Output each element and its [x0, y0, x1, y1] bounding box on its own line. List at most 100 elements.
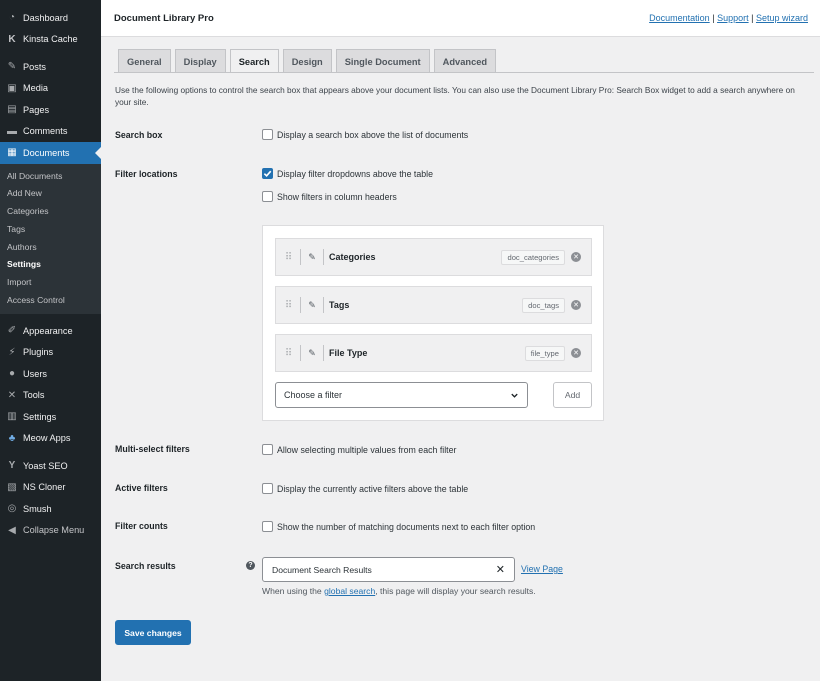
sidebar-item-posts[interactable]: ✎ Posts: [0, 56, 101, 78]
submenu-settings[interactable]: Settings: [0, 256, 101, 274]
submenu-import[interactable]: Import: [0, 274, 101, 292]
sidebar-item-label: Documents: [23, 147, 70, 158]
tab-display[interactable]: Display: [174, 49, 226, 73]
comments-icon: ▬: [7, 125, 17, 137]
sidebar-item-media[interactable]: ▣ Media: [0, 78, 101, 100]
filter-dropdowns-option: Display filter dropdowns above the table: [262, 168, 433, 179]
sidebar-item-pages[interactable]: ▤ Pages: [0, 99, 101, 121]
admin-sidebar: ◔ Dashboard K Kinsta Cache ✎ Posts ▣ Med…: [0, 0, 101, 681]
sidebar-item-yoast-seo[interactable]: Y Yoast SEO: [0, 455, 101, 477]
setup-wizard-link[interactable]: Setup wizard: [756, 13, 808, 23]
collapse-menu-button[interactable]: ◀ Collapse Menu: [0, 519, 101, 541]
search-results-page-field[interactable]: Document Search Results ✕: [262, 557, 515, 582]
column-headers-checkbox[interactable]: [262, 191, 273, 202]
filter-locations-label: Filter locations: [115, 169, 178, 179]
filter-slug: doc_tags: [522, 297, 565, 313]
submenu-categories[interactable]: Categories: [0, 203, 101, 221]
select-value: Choose a filter: [284, 390, 343, 400]
global-search-link[interactable]: global search: [324, 586, 375, 596]
submenu-authors[interactable]: Authors: [0, 239, 101, 257]
filter-slug: doc_categories: [501, 249, 565, 265]
multi-select-label: Multi-select filters: [115, 444, 190, 454]
multi-select-checkbox[interactable]: [262, 444, 273, 455]
sidebar-item-users[interactable]: ● Users: [0, 363, 101, 385]
drag-handle-icon[interactable]: ⠿: [276, 348, 300, 359]
filter-item[interactable]: ⠿ ✎ File Type file_type ✕: [275, 334, 592, 372]
sidebar-item-documents[interactable]: ▦ Documents: [0, 142, 101, 164]
meow-icon: ♣: [8, 432, 16, 444]
save-changes-button[interactable]: Save changes: [115, 620, 191, 645]
tab-advanced[interactable]: Advanced: [433, 49, 497, 73]
sidebar-item-settings[interactable]: ▥ Settings: [0, 406, 101, 428]
sidebar-item-label: NS Cloner: [23, 482, 66, 493]
remove-icon[interactable]: ✕: [571, 252, 581, 262]
submenu-tags[interactable]: Tags: [0, 221, 101, 239]
plugin-header: Document Library Pro Documentation | Sup…: [101, 0, 820, 37]
note-text: When using the: [262, 586, 325, 596]
sidebar-item-plugins[interactable]: ⚡ Plugins: [0, 341, 101, 363]
drag-handle-icon[interactable]: ⠿: [276, 300, 300, 311]
sidebar-item-appearance[interactable]: ✐ Appearance: [0, 320, 101, 342]
search-box-option: Display a search box above the list of d…: [262, 129, 468, 140]
yoast-icon: Y: [8, 460, 16, 472]
media-icon: ▣: [7, 82, 17, 94]
checkbox-label: Display the currently active filters abo…: [277, 483, 469, 494]
filter-name: Categories: [329, 252, 376, 262]
sidebar-item-label: Tools: [23, 390, 45, 401]
add-filter-button[interactable]: Add: [553, 382, 592, 408]
active-filters-checkbox[interactable]: [262, 483, 273, 494]
support-link[interactable]: Support: [717, 13, 749, 23]
filter-item[interactable]: ⠿ ✎ Categories doc_categories ✕: [275, 238, 592, 276]
sidebar-item-smush[interactable]: ◎ Smush: [0, 498, 101, 520]
smush-icon: ◎: [7, 503, 17, 515]
submenu-all-documents[interactable]: All Documents: [0, 168, 101, 186]
divider: [323, 297, 324, 313]
sidebar-item-tools[interactable]: ✕ Tools: [0, 384, 101, 406]
pencil-icon[interactable]: ✎: [301, 300, 323, 311]
filter-name: Tags: [329, 300, 350, 310]
submenu-add-new[interactable]: Add New: [0, 185, 101, 203]
divider: [323, 345, 324, 361]
intro-text: Use the following options to control the…: [115, 85, 795, 107]
submenu-access-control[interactable]: Access Control: [0, 292, 101, 310]
filter-counts-option: Show the number of matching documents ne…: [262, 521, 535, 532]
users-icon: ●: [8, 368, 16, 380]
filter-counts-checkbox[interactable]: [262, 521, 273, 532]
document-icon: ▦: [7, 147, 17, 159]
pencil-icon[interactable]: ✎: [301, 252, 323, 263]
clear-icon[interactable]: ✕: [496, 563, 505, 576]
help-icon[interactable]: ?: [246, 561, 255, 570]
tab-single-document[interactable]: Single Document: [335, 49, 430, 73]
documentation-link[interactable]: Documentation: [649, 13, 710, 23]
settings-tabs: General Display Search Design Single Doc…: [118, 49, 500, 73]
tab-design[interactable]: Design: [282, 49, 332, 73]
sidebar-item-label: Plugins: [23, 347, 54, 358]
sidebar-item-label: Media: [23, 83, 49, 94]
filter-item[interactable]: ⠿ ✎ Tags doc_tags ✕: [275, 286, 592, 324]
pin-icon: ✎: [7, 61, 17, 73]
sidebar-item-meow-apps[interactable]: ♣ Meow Apps: [0, 427, 101, 449]
sidebar-item-label: Collapse Menu: [23, 525, 85, 536]
checkbox-label: Allow selecting multiple values from eac…: [277, 444, 457, 455]
plugins-icon: ⚡: [8, 346, 16, 358]
tab-search[interactable]: Search: [229, 49, 279, 73]
tab-general[interactable]: General: [118, 49, 171, 73]
checkbox-label: Display a search box above the list of d…: [277, 129, 469, 140]
drag-handle-icon[interactable]: ⠿: [276, 252, 300, 263]
filter-name: File Type: [329, 348, 368, 358]
page-title: Document Library Pro: [114, 13, 214, 24]
sidebar-item-dashboard[interactable]: ◔ Dashboard: [0, 7, 101, 29]
pencil-icon[interactable]: ✎: [301, 348, 323, 359]
search-results-label: Search results: [115, 561, 176, 571]
remove-icon[interactable]: ✕: [571, 300, 581, 310]
checkmark-icon: [263, 170, 272, 178]
search-box-checkbox[interactable]: [262, 129, 273, 140]
view-page-link[interactable]: View Page: [521, 564, 563, 574]
sidebar-item-comments[interactable]: ▬ Comments: [0, 121, 101, 143]
sidebar-item-kinsta-cache[interactable]: K Kinsta Cache: [0, 29, 101, 51]
sidebar-item-label: Pages: [23, 104, 50, 115]
filter-dropdowns-checkbox[interactable]: [262, 168, 273, 179]
sidebar-item-ns-cloner[interactable]: ▧ NS Cloner: [0, 476, 101, 498]
remove-icon[interactable]: ✕: [571, 348, 581, 358]
choose-filter-select[interactable]: Choose a filter: [275, 382, 528, 408]
